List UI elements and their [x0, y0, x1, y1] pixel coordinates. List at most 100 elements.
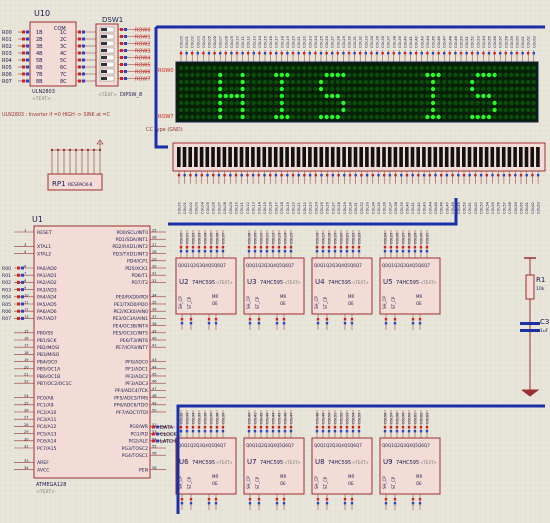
sr-oe-label: OE: [416, 301, 422, 306]
dipswitch-net-label: ROW3: [135, 49, 151, 55]
matrix-led: [195, 114, 200, 120]
r1-body[interactable]: [525, 274, 535, 300]
sr-ref: U8: [315, 458, 325, 466]
matrix-led: [430, 93, 436, 99]
matrix-led: [475, 107, 480, 113]
resistor-pin: [291, 174, 295, 177]
u1-right-pin-label: PE7/ICP3/INT7: [116, 345, 149, 351]
matrix-led: [262, 79, 268, 85]
resistor-pin: [365, 174, 369, 177]
led-matrix-body[interactable]: [175, 61, 539, 123]
matrix-column-pin: [482, 52, 485, 55]
matrix-led: [419, 79, 424, 85]
matrix-column-label: COL48: [448, 35, 452, 48]
matrix-column-pin: [454, 52, 457, 55]
u10-input-pin-marker: [22, 44, 25, 48]
sr-pin-marker: [289, 426, 293, 429]
matrix-led: [218, 86, 223, 92]
resistor-element: [530, 147, 534, 167]
u1-right-pin-number: 31: [152, 272, 157, 276]
sr-pin-marker: [321, 426, 325, 429]
u10-text-label: <TEXT>: [32, 96, 51, 102]
sr-column-net: COL49: [321, 413, 325, 424]
sr-pin-marker: [384, 322, 388, 325]
matrix-led: [408, 72, 413, 78]
matrix-led: [234, 114, 240, 120]
resistor-column-label: COL24: [314, 201, 318, 214]
matrix-led: [386, 93, 391, 99]
matrix-led: [380, 114, 385, 120]
matrix-led: [402, 72, 408, 78]
matrix-led: [307, 100, 312, 106]
sr-pin-marker: [203, 426, 207, 429]
sr-pin-marker: [351, 426, 355, 429]
sr-pin-marker: [333, 426, 337, 429]
u1-right-pin-label: PE5/OC3C/INT5: [113, 331, 148, 337]
matrix-led: [358, 114, 363, 120]
matrix-led: [290, 72, 296, 78]
matrix-led: [240, 107, 245, 113]
sr-pin-marker: [214, 498, 218, 501]
sr-pin-marker: [191, 426, 195, 429]
sr-column-net: COL03: [197, 233, 201, 244]
u1-pin-marker: [152, 432, 155, 436]
matrix-column-label: COL12: [247, 36, 251, 48]
resistor-element: [456, 147, 460, 167]
r1-ref: R1: [536, 276, 545, 284]
sr-pin-marker: [215, 430, 219, 433]
sr-column-net: COL41: [253, 413, 257, 424]
resistor-pin: [189, 174, 192, 177]
sr-pin-marker: [197, 250, 201, 253]
sr-pin-marker: [271, 426, 275, 429]
u1-left-pin-label: PB4/OC0: [37, 359, 57, 365]
matrix-led: [313, 79, 318, 85]
matrix-column-pin: [263, 52, 267, 55]
matrix-led: [414, 79, 419, 85]
u1-right-pin-number: 50: [152, 409, 157, 413]
matrix-led: [430, 100, 436, 106]
resistor-pin: [234, 174, 238, 177]
dipswitch-toggle-knob: [101, 35, 107, 38]
matrix-led: [313, 107, 318, 113]
u1-right-pin-label: PF7/ADC7/TDI: [116, 410, 148, 416]
sr-pin-marker: [401, 246, 405, 249]
matrix-led: [492, 79, 497, 85]
resistor-element: [205, 147, 210, 167]
matrix-led: [212, 93, 217, 99]
matrix-led: [531, 100, 536, 106]
sr-text-label: <TEXT>: [352, 460, 369, 465]
matrix-column-label: COL53: [476, 36, 480, 48]
sr-pin-marker: [277, 250, 281, 253]
matrix-led: [201, 100, 206, 106]
u10-input-pin-marker: [26, 51, 29, 55]
sr-text-label: <TEXT>: [420, 280, 437, 285]
matrix-led: [386, 107, 391, 113]
resistor-column-label: COL08: [223, 201, 227, 214]
u10-output-label: 5C: [60, 58, 67, 64]
matrix-column-pin: [319, 52, 323, 55]
u1-left-net: R05: [2, 302, 11, 308]
sr-pin-marker: [389, 426, 393, 429]
matrix-led: [470, 93, 475, 99]
u10-output-pin-marker: [82, 58, 85, 62]
matrix-column-label: COL03: [196, 36, 200, 48]
sr-pin-marker: [351, 430, 355, 433]
resistor-pin: [297, 174, 300, 177]
u10-input-net: R05: [2, 65, 12, 71]
resistor-element: [513, 147, 517, 167]
sr-column-net: COL21: [345, 233, 349, 244]
matrix-led: [498, 79, 503, 85]
dipswitch-net-label: ROW1: [135, 35, 151, 41]
matrix-column-label: COL47: [443, 36, 447, 48]
matrix-led: [470, 86, 475, 92]
matrix-led: [397, 65, 402, 71]
matrix-led: [458, 86, 464, 92]
sr-pin-marker: [282, 322, 286, 325]
sr-pin-marker: [215, 250, 219, 253]
matrix-led: [430, 114, 436, 120]
sr-pin-marker: [275, 322, 279, 325]
matrix-led: [492, 86, 497, 92]
u1-pin-marker: [17, 302, 20, 306]
sr-pin-marker: [215, 426, 219, 429]
u1-pin-marker: [152, 425, 155, 429]
